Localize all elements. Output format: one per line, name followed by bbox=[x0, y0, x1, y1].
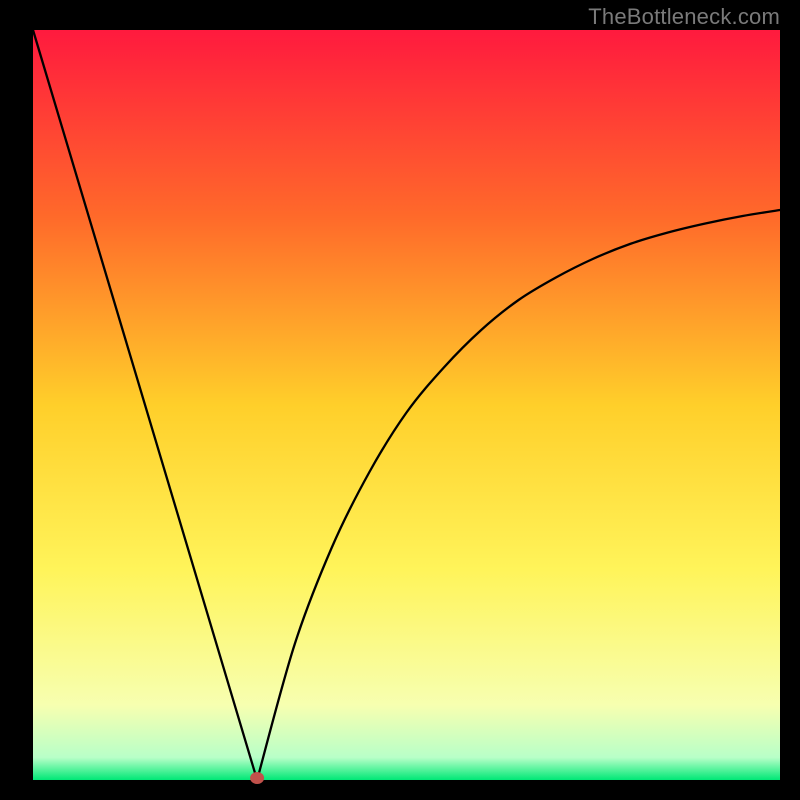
bottleneck-chart bbox=[0, 0, 800, 800]
optimum-marker bbox=[250, 772, 264, 784]
chart-frame: TheBottleneck.com bbox=[0, 0, 800, 800]
